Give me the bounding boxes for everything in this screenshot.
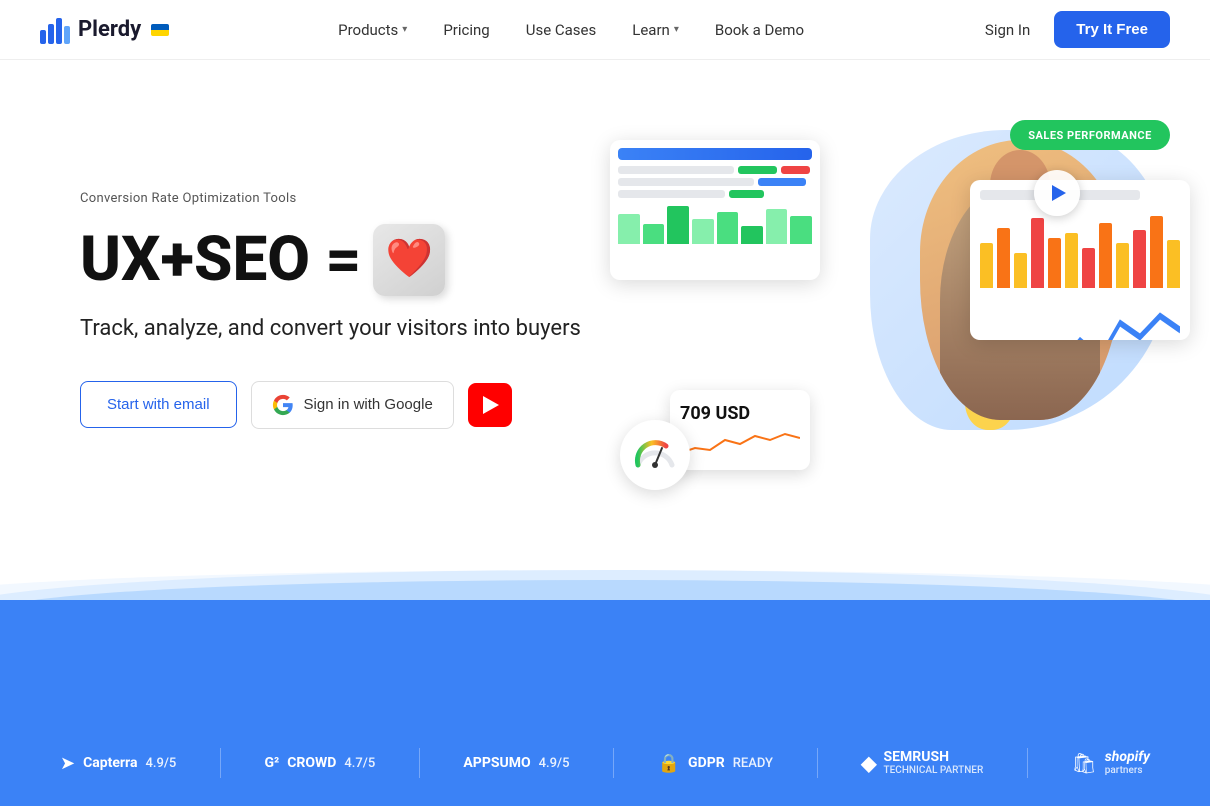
start-email-button[interactable]: Start with email [80, 381, 237, 428]
nav-products[interactable]: Products ▾ [322, 13, 423, 47]
hero-actions: Start with email Sign in with Google [80, 381, 581, 429]
analytics-card [970, 180, 1190, 340]
speedometer-card [620, 420, 690, 490]
logo[interactable]: Plerdy [40, 16, 169, 44]
sign-in-button[interactable]: Sign In [973, 13, 1042, 47]
video-play-button[interactable] [1034, 170, 1080, 216]
divider [1027, 748, 1028, 778]
try-free-button[interactable]: Try It Free [1054, 11, 1170, 48]
divider [613, 748, 614, 778]
play-icon [483, 396, 499, 414]
hero-illustration: SALES PERFORMANCE [610, 120, 1170, 500]
hero-tagline: Track, analyze, and convert your visitor… [80, 314, 581, 345]
partners-strip: ➤ Capterra 4.9/5 G² CROWD 4.7/5 APPSUMO … [0, 720, 1210, 806]
google-signin-button[interactable]: Sign in with Google [251, 381, 454, 429]
sales-badge: SALES PERFORMANCE [1010, 120, 1170, 150]
partner-semrush: ◆ SEMRUSH TECHNICAL PARTNER [861, 749, 983, 778]
semrush-label: TECHNICAL PARTNER [884, 765, 984, 777]
hero-headline: UX+SEO = ❤️ [80, 224, 581, 296]
partner-gdpr: 🔒 GDPR READY [658, 753, 773, 774]
speedometer-icon [630, 430, 680, 480]
nav-learn[interactable]: Learn ▾ [616, 13, 695, 47]
play-icon [1052, 185, 1066, 201]
hero-subtitle: Conversion Rate Optimization Tools [80, 191, 581, 206]
hero-left: Conversion Rate Optimization Tools UX+SE… [80, 191, 581, 429]
divider [419, 748, 420, 778]
price-mini-chart [680, 428, 800, 458]
divider [817, 748, 818, 778]
chevron-down-icon: ▾ [402, 24, 407, 35]
logo-icon [40, 16, 70, 44]
partner-appsumo: APPSUMO 4.9/5 [463, 755, 569, 771]
semrush-name: SEMRUSH [884, 749, 984, 766]
capterra-score: 4.9/5 [145, 756, 176, 771]
crowd-name: CROWD [287, 755, 336, 771]
dashboard-card [610, 140, 820, 280]
logo-text: Plerdy [78, 17, 141, 42]
capterra-icon: ➤ [60, 753, 75, 774]
hero-section: Conversion Rate Optimization Tools UX+SE… [0, 60, 1210, 540]
semrush-icon: ◆ [861, 751, 875, 775]
nav-use-cases[interactable]: Use Cases [510, 13, 613, 47]
nav-pricing[interactable]: Pricing [427, 13, 505, 47]
google-icon [272, 394, 294, 416]
header: Plerdy Products ▾ Pricing Use Cases Lear… [0, 0, 1210, 60]
partner-crowd: G² CROWD 4.7/5 [264, 755, 375, 771]
appsumo-score: 4.9/5 [539, 756, 570, 771]
crowd-score: 4.7/5 [344, 756, 375, 771]
appsumo-name: APPSUMO [463, 755, 530, 771]
shopify-icon: 🛍 [1071, 751, 1096, 775]
main-nav: Products ▾ Pricing Use Cases Learn ▾ Boo… [322, 13, 820, 47]
partner-shopify: 🛍 shopify partners [1071, 749, 1150, 778]
shopify-name: shopify [1105, 749, 1150, 766]
gdpr-label: READY [733, 756, 773, 771]
divider [220, 748, 221, 778]
youtube-button[interactable] [468, 383, 512, 427]
nav-book-demo[interactable]: Book a Demo [699, 13, 820, 47]
heart-cube: ❤️ [373, 224, 445, 296]
shopify-label: partners [1105, 765, 1150, 777]
crowd-g2: G² [264, 755, 279, 771]
lock-icon: 🔒 [658, 753, 680, 774]
gdpr-name: GDPR [688, 755, 725, 771]
wave-section [0, 560, 1210, 720]
chevron-down-icon: ▾ [674, 24, 679, 35]
partner-capterra: ➤ Capterra 4.9/5 [60, 753, 176, 774]
capterra-name: Capterra [83, 755, 137, 771]
header-actions: Sign In Try It Free [973, 11, 1170, 48]
analytics-line-chart [980, 288, 1180, 340]
price-card: 709 USD [670, 390, 810, 470]
ukraine-flag [151, 24, 169, 36]
wave-bg [0, 600, 1210, 720]
